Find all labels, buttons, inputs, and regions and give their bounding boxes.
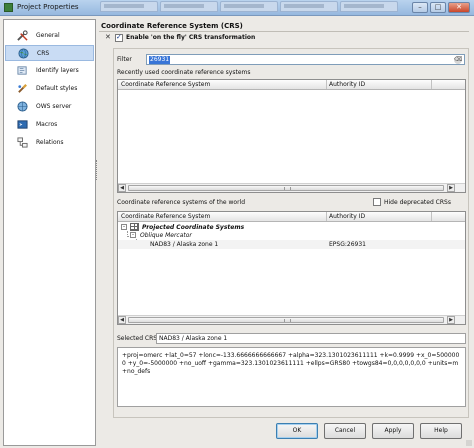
background-tab	[100, 1, 158, 12]
relations-icon	[17, 137, 28, 148]
column-header-crs[interactable]: Coordinate Reference System	[121, 81, 210, 88]
table-row[interactable]: NAD83 / Alaska zone 1 EPSG:26931	[118, 240, 465, 249]
selected-crs-label: Selected CRS:	[117, 335, 160, 342]
sidebar-item-label: Default styles	[36, 85, 78, 92]
project-properties-window: Project Properties – □ ✕ General CRS Ide…	[0, 0, 474, 448]
title-bar[interactable]: Project Properties – □ ✕	[0, 0, 474, 16]
resize-grip-icon[interactable]	[466, 440, 472, 446]
sidebar-item-label: Identify layers	[36, 67, 79, 74]
column-separator[interactable]	[326, 212, 327, 221]
scrollbar-thumb[interactable]	[128, 317, 444, 323]
tree-subgroup-label: Oblique Mercator	[140, 232, 192, 239]
otf-checkbox[interactable]	[115, 33, 123, 42]
sidebar-item-label: Relations	[36, 139, 64, 146]
recent-crs-label: Recently used coordinate reference syste…	[117, 69, 251, 76]
sidebar: General CRS Identify layers Default styl…	[3, 19, 96, 446]
scroll-right-icon[interactable]: ▶	[447, 184, 455, 192]
column-separator[interactable]	[326, 80, 327, 89]
close-button[interactable]: ✕	[448, 2, 470, 13]
sidebar-item-default-styles[interactable]: Default styles	[5, 81, 94, 97]
selected-crs-value: NAD83 / Alaska zone 1	[159, 335, 228, 342]
column-header-authority-id[interactable]: Authority ID	[329, 213, 365, 220]
background-tab	[220, 1, 278, 12]
table-header: Coordinate Reference System Authority ID	[118, 80, 465, 90]
tree-subgroup-row[interactable]: – Oblique Mercator	[118, 231, 465, 240]
sidebar-item-label: General	[36, 32, 60, 39]
grid-icon	[130, 223, 139, 231]
scroll-left-icon[interactable]: ◀	[118, 316, 126, 324]
macro-icon	[17, 120, 28, 129]
collapse-icon[interactable]: –	[121, 224, 127, 230]
proj4-definition: +proj=omerc +lat_0=57 +lonc=-133.6666666…	[117, 347, 466, 407]
collapse-icon[interactable]: ✕	[105, 33, 111, 41]
horizontal-scrollbar[interactable]: ◀ ▶	[118, 183, 465, 192]
qgis-app-icon	[4, 3, 13, 12]
globe-icon	[18, 48, 29, 59]
background-tab	[160, 1, 218, 12]
table-header: Coordinate Reference System Authority ID	[118, 212, 465, 222]
background-tab	[340, 1, 398, 12]
server-icon	[17, 101, 28, 112]
sidebar-item-label: OWS server	[36, 103, 72, 110]
collapse-icon[interactable]: –	[130, 232, 136, 238]
ok-button[interactable]: OK	[276, 423, 318, 439]
column-header-crs[interactable]: Coordinate Reference System	[121, 213, 210, 220]
column-separator[interactable]	[431, 80, 432, 89]
sidebar-item-label: CRS	[37, 50, 50, 57]
otf-label[interactable]: Enable 'on the fly' CRS transformation	[126, 34, 255, 41]
background-tab	[280, 1, 338, 12]
apply-button[interactable]: Apply	[372, 423, 414, 439]
sidebar-item-identify-layers[interactable]: Identify layers	[5, 63, 94, 79]
identify-icon	[17, 66, 27, 75]
section-title: Coordinate Reference System (CRS)	[101, 22, 243, 30]
crs-panel: Coordinate Reference System (CRS) ✕ Enab…	[99, 19, 471, 419]
authority-id-cell: EPSG:26931	[329, 241, 366, 248]
filter-input[interactable]: 26931 ⌫	[146, 54, 465, 65]
crs-name-cell: NAD83 / Alaska zone 1	[150, 241, 219, 248]
scrollbar-thumb[interactable]	[128, 185, 444, 191]
hide-deprecated-checkbox[interactable]	[373, 198, 381, 206]
brush-icon	[18, 84, 27, 93]
sidebar-item-crs[interactable]: CRS	[5, 45, 94, 61]
world-crs-table[interactable]: Coordinate Reference System Authority ID…	[117, 211, 466, 325]
panel-splitter-handle[interactable]	[96, 160, 98, 180]
tree-group-label: Projected Coordinate Systems	[142, 224, 245, 231]
window-title: Project Properties	[17, 3, 79, 11]
sidebar-item-macros[interactable]: Macros	[5, 117, 94, 133]
filter-label: Filter	[117, 56, 132, 63]
maximize-button[interactable]: □	[430, 2, 446, 13]
crs-group-box: Filter 26931 ⌫ Recently used coordinate …	[113, 48, 469, 418]
help-button[interactable]: Help	[420, 423, 462, 439]
background-taskbar-tabs	[100, 1, 430, 13]
scroll-right-icon[interactable]: ▶	[447, 316, 455, 324]
recent-crs-table[interactable]: Coordinate Reference System Authority ID…	[117, 79, 466, 193]
hide-deprecated-label[interactable]: Hide deprecated CRSs	[384, 199, 451, 206]
sidebar-item-ows-server[interactable]: OWS server	[5, 99, 94, 115]
clear-filter-icon[interactable]: ⌫	[454, 56, 462, 64]
scroll-left-icon[interactable]: ◀	[118, 184, 126, 192]
selected-crs-field: NAD83 / Alaska zone 1	[156, 333, 466, 344]
divider	[99, 31, 469, 32]
column-header-authority-id[interactable]: Authority ID	[329, 81, 365, 88]
world-crs-label: Coordinate reference systems of the worl…	[117, 199, 246, 206]
minimize-button[interactable]: –	[412, 2, 428, 13]
wrench-screwdriver-icon	[17, 30, 28, 41]
horizontal-scrollbar[interactable]: ◀ ▶	[118, 315, 465, 324]
sidebar-item-general[interactable]: General	[5, 28, 94, 44]
sidebar-item-relations[interactable]: Relations	[5, 135, 94, 151]
cancel-button[interactable]: Cancel	[324, 423, 366, 439]
filter-value: 26931	[149, 56, 171, 64]
sidebar-item-label: Macros	[36, 121, 58, 128]
column-separator[interactable]	[431, 212, 432, 221]
